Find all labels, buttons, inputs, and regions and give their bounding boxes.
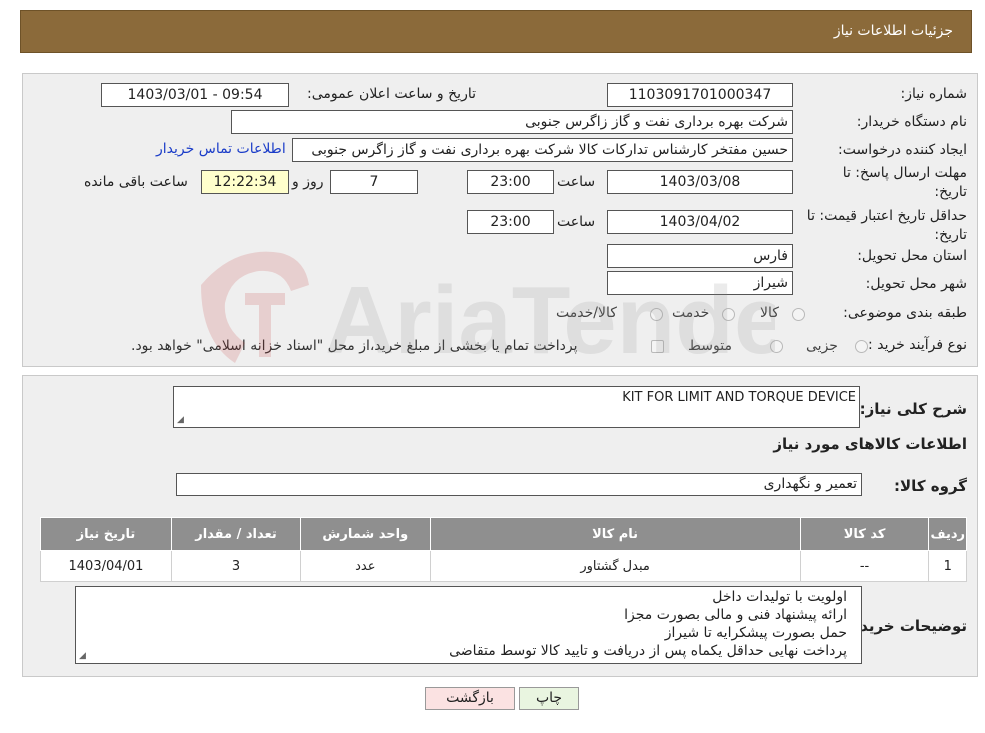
city-label: شهر محل تحویل: bbox=[865, 276, 967, 292]
buyer-notes-field[interactable]: اولویت با تولیدات داخل ارائه پیشنهاد فنی… bbox=[75, 586, 862, 664]
cell-qty: 3 bbox=[170, 550, 302, 582]
table-row: 1 -- مبدل گشتاور عدد 3 1403/04/01 bbox=[40, 550, 967, 582]
general-desc-field[interactable]: KIT FOR LIMIT AND TORQUE DEVICE ◢ bbox=[173, 386, 860, 428]
back-button[interactable]: بازگشت bbox=[425, 687, 515, 710]
buyer-contact-link[interactable]: اطلاعات تماس خریدار bbox=[156, 141, 286, 157]
announce-label: تاریخ و ساعت اعلان عمومی: bbox=[307, 86, 476, 102]
col-code: کد کالا bbox=[799, 517, 930, 551]
buyer-note-line: اولویت با تولیدات داخل bbox=[712, 589, 847, 605]
deadline-time-label: ساعت bbox=[557, 174, 596, 190]
cell-code: -- bbox=[799, 550, 930, 582]
cell-unit: عدد bbox=[300, 550, 431, 582]
svg-text:AriaTender.neT: AriaTender.neT bbox=[325, 267, 775, 374]
print-button[interactable]: چاپ bbox=[519, 687, 579, 710]
general-desc-label: شرح کلی نیاز: bbox=[859, 400, 967, 418]
purchase-radio-minor[interactable] bbox=[855, 340, 868, 353]
col-qty: تعداد / مقدار bbox=[170, 517, 302, 551]
col-unit: واحد شمارش bbox=[300, 517, 431, 551]
purchase-option-minor: جزیی bbox=[806, 338, 838, 354]
cell-date: 1403/04/01 bbox=[40, 550, 172, 582]
remaining-time-field: 12:22:34 bbox=[201, 170, 289, 194]
goods-info-title: اطلاعات کالاهای مورد نیاز bbox=[773, 435, 967, 453]
buyer-org-label: نام دستگاه خریدار: bbox=[856, 114, 967, 130]
buyer-note-line: پرداخت نهایی حداقل یکماه پس از دریافت و … bbox=[449, 643, 847, 659]
goods-table-header: ردیف کد کالا نام کالا واحد شمارش تعداد /… bbox=[40, 517, 967, 551]
goods-group-field: تعمیر و نگهداری bbox=[176, 473, 862, 496]
days-label: روز و bbox=[292, 174, 324, 190]
col-row: ردیف bbox=[928, 517, 967, 551]
buyer-note-line: حمل بصورت پیشکرایه تا شیراز bbox=[664, 625, 847, 641]
general-desc-text: KIT FOR LIMIT AND TORQUE DEVICE bbox=[622, 390, 856, 405]
deadline-label: مهلت ارسال پاسخ: تا تاریخ: bbox=[842, 165, 967, 200]
validity-time-field: 23:00 bbox=[467, 210, 554, 234]
purchase-type-label: نوع فرآیند خرید : bbox=[868, 337, 967, 353]
col-name: نام کالا bbox=[429, 517, 801, 551]
province-label: استان محل تحویل: bbox=[857, 248, 967, 264]
cell-name: مبدل گشتاور bbox=[429, 550, 801, 582]
goods-group-label: گروه کالا: bbox=[894, 477, 967, 495]
deadline-time-field: 23:00 bbox=[467, 170, 554, 194]
validity-time-label: ساعت bbox=[557, 214, 596, 230]
resize-grip-icon[interactable]: ◢ bbox=[177, 415, 184, 425]
remaining-label: ساعت باقی مانده bbox=[84, 174, 188, 190]
col-date: تاریخ نیاز bbox=[40, 517, 172, 551]
buyer-org-field: شرکت بهره برداری نفت و گاز زاگرس جنوبی bbox=[231, 110, 793, 134]
goods-table: ردیف کد کالا نام کالا واحد شمارش تعداد /… bbox=[40, 517, 967, 582]
need-number-field: 1103091701000347 bbox=[607, 83, 793, 107]
buyer-note-line: ارائه پیشنهاد فنی و مالی بصورت مجزا bbox=[624, 607, 847, 623]
cell-row: 1 bbox=[928, 550, 967, 582]
resize-grip-icon[interactable]: ◢ bbox=[79, 651, 86, 661]
page-header: جزئیات اطلاعات نیاز bbox=[20, 10, 972, 53]
category-radio-goods[interactable] bbox=[792, 308, 805, 321]
creator-field: حسین مفتخر کارشناس تدارکات کالا شرکت بهر… bbox=[292, 138, 793, 162]
ariatender-watermark-logo: AriaTender.neT bbox=[195, 245, 985, 379]
validity-date-field: 1403/04/02 bbox=[607, 210, 793, 234]
announce-field: 1403/03/01 - 09:54 bbox=[101, 83, 289, 107]
deadline-date-field: 1403/03/08 bbox=[607, 170, 793, 194]
days-field: 7 bbox=[330, 170, 418, 194]
category-label: طبقه بندی موضوعی: bbox=[843, 305, 967, 321]
creator-label: ایجاد کننده درخواست: bbox=[838, 142, 967, 158]
validity-label: حداقل تاریخ اعتبار قیمت: تا تاریخ: bbox=[806, 208, 967, 243]
need-number-label: شماره نیاز: bbox=[900, 86, 968, 102]
page-title: جزئیات اطلاعات نیاز bbox=[833, 23, 953, 39]
